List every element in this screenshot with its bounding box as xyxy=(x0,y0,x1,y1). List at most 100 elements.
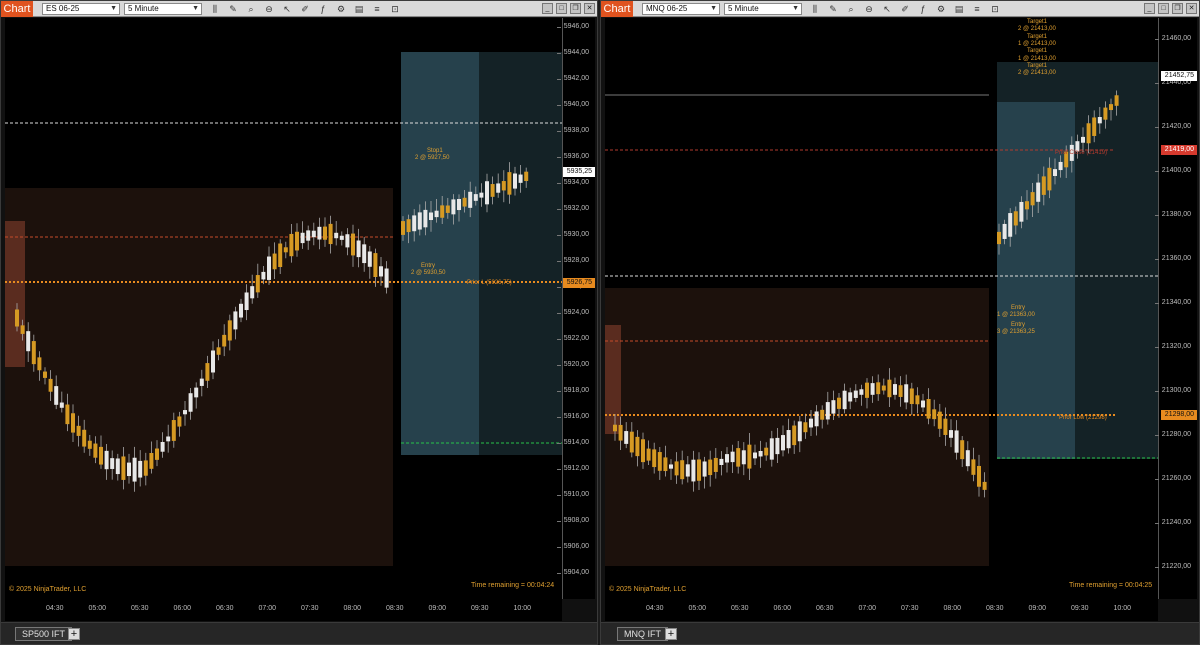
target-label: Target1 xyxy=(1027,62,1048,69)
price-tick-label: 5914,00 xyxy=(556,439,589,446)
attach-icon[interactable]: ⊡ xyxy=(989,3,1001,15)
price-tick-label: 5906,00 xyxy=(556,543,589,550)
pointer-icon[interactable]: ↖ xyxy=(281,3,293,15)
candle-body xyxy=(48,378,53,392)
price-axis[interactable]: 21460,00 21440,00 21420,00 21400,00 21380,00… xyxy=(1154,18,1197,599)
attach-icon[interactable]: ⊡ xyxy=(389,3,401,15)
candle-body xyxy=(149,452,154,469)
minimize-button[interactable]: _ xyxy=(542,3,553,14)
interval-value: 5 Minute xyxy=(128,4,159,13)
restore-button[interactable]: ❐ xyxy=(1172,3,1183,14)
candle-body xyxy=(753,452,757,459)
drawing-object-icon[interactable]: ✐ xyxy=(299,3,311,15)
candle-body xyxy=(261,271,266,280)
price-tick-label: 5904,00 xyxy=(556,569,589,576)
candle-body xyxy=(334,232,339,239)
indicators-icon[interactable]: ƒ xyxy=(917,3,929,15)
stop-detail: 2 @ 5927,50 xyxy=(415,155,450,161)
candle-body xyxy=(1008,213,1013,237)
time-axis[interactable]: 04:30 05:00 05:30 06:00 06:30 07:00 07:30 08:00… xyxy=(605,599,1158,621)
interval-selector[interactable]: 5 Minute ▼ xyxy=(124,3,202,15)
tab-mnq[interactable]: MNQ IFT xyxy=(617,627,668,641)
price-tick-label: 21300,00 xyxy=(1154,387,1191,394)
time-tick-label: 09:00 xyxy=(1028,605,1047,612)
price-tick-label: 5936,00 xyxy=(556,153,589,160)
zoom-icon[interactable]: ⌕ xyxy=(245,3,257,15)
candle-body xyxy=(1103,107,1108,120)
candle-body xyxy=(937,411,942,429)
properties-icon[interactable]: ▤ xyxy=(353,3,365,15)
candle-body xyxy=(188,393,193,412)
strategies-icon[interactable]: ⚙ xyxy=(935,3,947,15)
add-tab-button[interactable]: + xyxy=(68,628,80,640)
drawing-object-icon[interactable]: ✐ xyxy=(899,3,911,15)
bar-type-icon[interactable]: ⫼ xyxy=(209,3,221,15)
time-axis[interactable]: 04:30 05:00 05:30 06:00 06:30 07:00 07:30 08:00… xyxy=(5,599,562,621)
price-chart-mnq[interactable]: Target1 2 @ 21413,00 Target1 1 @ 21413,00 Ta… xyxy=(605,18,1158,599)
price-axis[interactable]: 5946,00 5944,00 5942,00 5940,00 5938,00 5936,… xyxy=(556,18,595,599)
candle-body xyxy=(713,457,718,472)
candle-body xyxy=(831,400,836,414)
candle-body xyxy=(674,461,679,476)
drawing-tools-icon[interactable]: ✎ xyxy=(827,3,839,15)
chart-menu-button[interactable]: Chart xyxy=(1,1,33,17)
candle-body xyxy=(859,389,864,395)
minimize-button[interactable]: _ xyxy=(1144,3,1155,14)
prior-close-label: Prior Close (21419) xyxy=(1055,150,1108,156)
chart-trader-icon[interactable]: ≡ xyxy=(971,3,983,15)
indicators-icon[interactable]: ƒ xyxy=(317,3,329,15)
time-tick-label: 08:30 xyxy=(386,605,404,612)
drawing-tools-icon[interactable]: ✎ xyxy=(227,3,239,15)
zoom-out-icon[interactable]: ⊖ xyxy=(263,3,275,15)
add-tab-button[interactable]: + xyxy=(665,628,677,640)
candle-body xyxy=(1030,192,1035,206)
prior-low-label: Prior Low (21298) xyxy=(1059,415,1107,421)
candle-body xyxy=(171,420,176,441)
bar-type-icon[interactable]: ⫼ xyxy=(809,3,821,15)
price-tick-label: 5932,00 xyxy=(556,205,589,212)
candle-body xyxy=(741,450,746,465)
chart-menu-button[interactable]: Chart xyxy=(601,1,633,17)
pointer-icon[interactable]: ↖ xyxy=(881,3,893,15)
instrument-selector[interactable]: MNQ 06-25 ▼ xyxy=(642,3,720,15)
price-tick-label: 21460,00 xyxy=(1154,35,1191,42)
candle-body xyxy=(848,392,853,402)
time-remaining: Time remaining = 00:04:25 xyxy=(1069,582,1153,589)
maximize-button[interactable]: □ xyxy=(1158,3,1169,14)
time-tick-label: 06:00 xyxy=(773,605,792,612)
strategies-icon[interactable]: ⚙ xyxy=(335,3,347,15)
candle-body xyxy=(657,452,662,471)
zoom-icon[interactable]: ⌕ xyxy=(845,3,857,15)
candle-body xyxy=(362,244,367,264)
restore-button[interactable]: ❐ xyxy=(570,3,581,14)
candle-body xyxy=(1114,95,1119,106)
candle-body xyxy=(434,210,439,218)
close-button[interactable]: ✕ xyxy=(1186,3,1197,14)
candle-body xyxy=(104,450,109,470)
price-tick-label: 21260,00 xyxy=(1154,475,1191,482)
candle-body xyxy=(652,449,657,468)
candle-body xyxy=(71,413,75,433)
price-tick-label: 5922,00 xyxy=(556,335,589,342)
candle-body xyxy=(468,191,473,208)
last-price-tag: 5935,25 xyxy=(562,167,595,177)
interval-selector[interactable]: 5 Minute ▼ xyxy=(724,3,802,15)
maximize-button[interactable]: □ xyxy=(556,3,567,14)
instrument-selector[interactable]: ES 06-25 ▼ xyxy=(42,3,120,15)
time-tick-label: 04:30 xyxy=(46,605,64,612)
candle-body xyxy=(59,402,64,408)
zoom-out-icon[interactable]: ⊖ xyxy=(863,3,875,15)
properties-icon[interactable]: ▤ xyxy=(953,3,965,15)
price-tick-label: 5930,00 xyxy=(556,231,589,238)
candle-body xyxy=(339,235,344,240)
target-label: 1 @ 21413,00 xyxy=(1018,40,1056,47)
chart-trader-icon[interactable]: ≡ xyxy=(371,3,383,15)
price-tick-label: 5918,00 xyxy=(556,387,589,394)
price-chart-es[interactable]: Stop1 2 @ 5927,50 Entry 2 @ 5930,50 Prio… xyxy=(5,18,562,599)
close-button[interactable]: ✕ xyxy=(584,3,595,14)
price-tick-label: 21400,00 xyxy=(1154,167,1191,174)
tab-sp500[interactable]: SP500 IFT xyxy=(15,627,73,641)
instrument-value: ES 06-25 xyxy=(46,4,80,13)
candle-body xyxy=(250,286,255,299)
candle-body xyxy=(997,231,1001,245)
